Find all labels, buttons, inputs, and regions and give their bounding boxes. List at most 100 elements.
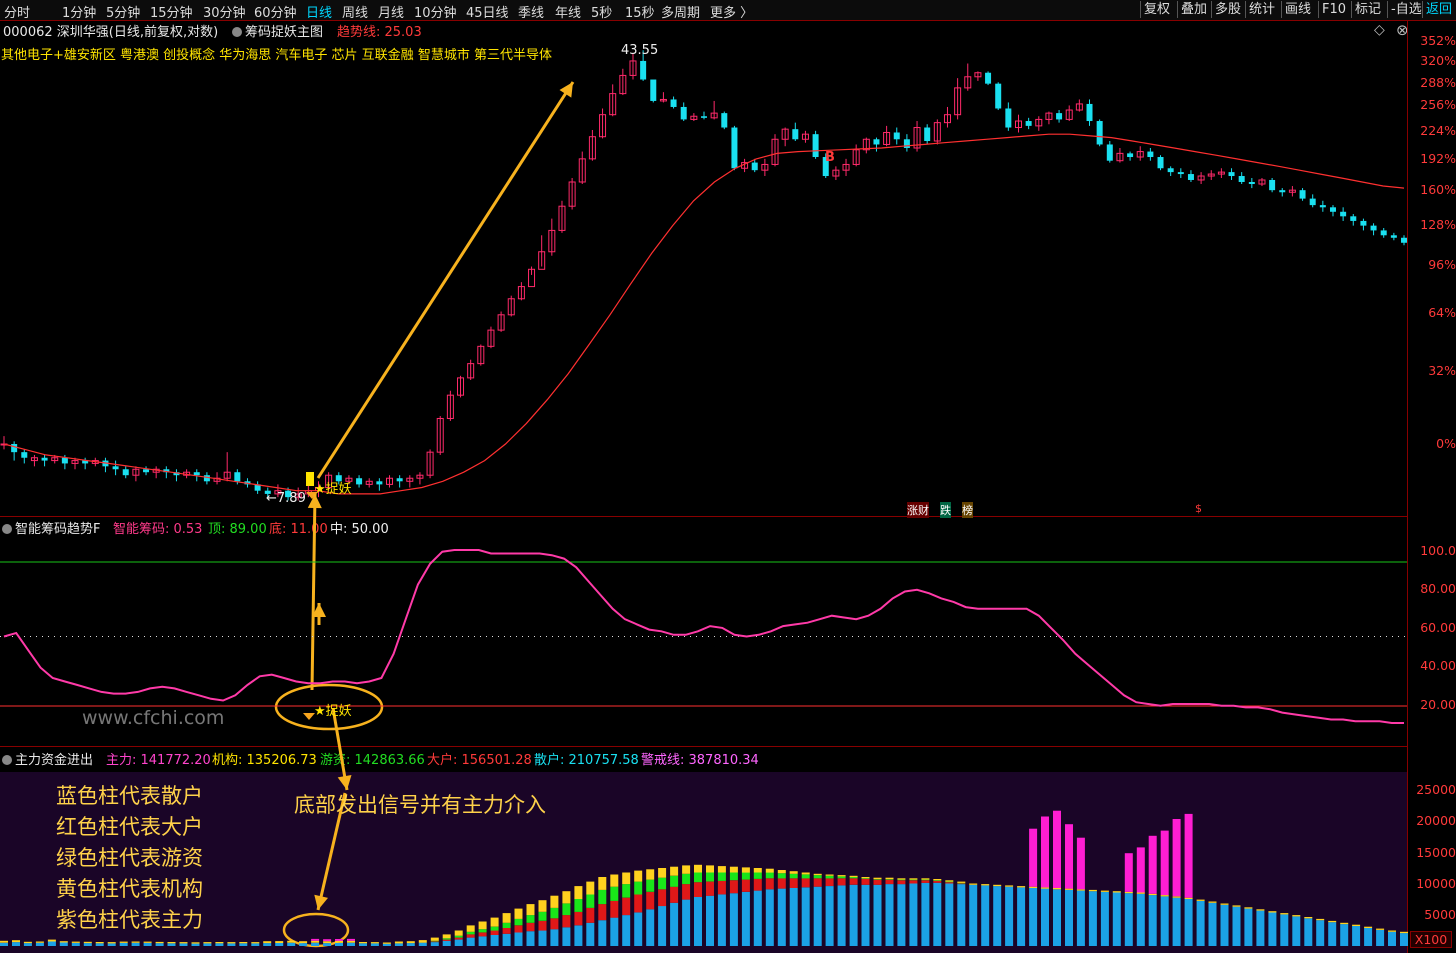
bar-jigou bbox=[658, 868, 667, 878]
bar-jigou bbox=[1244, 907, 1253, 909]
bar-jigou bbox=[1232, 905, 1241, 907]
bar-youzi bbox=[466, 931, 475, 935]
bar-youzi bbox=[897, 879, 906, 881]
bar-youzi bbox=[442, 938, 451, 940]
news-marker[interactable]: $ bbox=[1195, 502, 1202, 515]
bar-sanhu bbox=[0, 942, 8, 946]
bar-sanhu bbox=[442, 940, 451, 946]
bar-sanhu bbox=[215, 943, 224, 946]
bar-youzi bbox=[598, 889, 607, 905]
bar-sanhu bbox=[370, 943, 379, 946]
news-marker[interactable]: 跌 bbox=[940, 502, 951, 518]
bar-sanhu bbox=[47, 941, 56, 946]
bar-youzi bbox=[765, 872, 774, 879]
news-marker[interactable]: 涨财 bbox=[907, 502, 929, 518]
bar-sanhu bbox=[1400, 933, 1408, 946]
y-tick: 5000 bbox=[1424, 907, 1456, 922]
bar-jigou bbox=[0, 940, 8, 943]
bar-youzi bbox=[741, 872, 750, 880]
news-marker[interactable]: 榜 bbox=[962, 502, 973, 518]
bar-sanhu bbox=[287, 942, 296, 946]
bar-jigou bbox=[23, 941, 32, 944]
bar-jigou bbox=[574, 886, 583, 899]
bar-jigou bbox=[1364, 926, 1373, 928]
bar-jigou bbox=[203, 942, 212, 944]
bar-youzi bbox=[753, 872, 762, 879]
unit-badge: X100 bbox=[1410, 931, 1452, 948]
bar-jigou bbox=[1148, 893, 1157, 896]
candle-body bbox=[1147, 151, 1154, 158]
y-tick: 80.00 bbox=[1420, 581, 1456, 596]
bar-youzi bbox=[634, 881, 643, 895]
bar-jigou bbox=[251, 942, 260, 944]
bar-dahu bbox=[682, 884, 691, 900]
candle-body bbox=[1238, 176, 1245, 182]
bar-zhuli bbox=[1136, 847, 1145, 893]
candle-body bbox=[376, 481, 383, 485]
bar-youzi bbox=[849, 877, 858, 879]
bar-jigou bbox=[275, 941, 284, 943]
bar-sanhu bbox=[849, 884, 858, 946]
bar-sanhu bbox=[323, 943, 332, 946]
y-tick: 15000 bbox=[1416, 845, 1456, 860]
bar-sanhu bbox=[1017, 887, 1026, 946]
bar-sanhu bbox=[1292, 916, 1301, 946]
bar-jigou bbox=[119, 941, 128, 943]
bar-zhuli bbox=[1148, 835, 1157, 894]
bar-jigou bbox=[311, 940, 320, 943]
bar-youzi bbox=[430, 940, 439, 942]
bar-dahu bbox=[706, 881, 714, 896]
bar-youzi bbox=[610, 886, 619, 901]
bar-jigou bbox=[861, 877, 870, 879]
bar-jigou bbox=[442, 934, 451, 939]
bar-jigou bbox=[359, 942, 367, 944]
y-tick: 224% bbox=[1420, 123, 1456, 138]
bar-jigou bbox=[837, 875, 846, 877]
bar-jigou bbox=[586, 881, 595, 895]
bar-sanhu bbox=[634, 912, 643, 946]
candle-body bbox=[143, 469, 150, 473]
bar-dahu bbox=[777, 878, 786, 889]
signal-bar bbox=[306, 472, 314, 486]
bar-jigou bbox=[1400, 931, 1408, 934]
bar-jigou bbox=[1124, 891, 1133, 894]
bar-dahu bbox=[837, 878, 846, 886]
bar-sanhu bbox=[765, 889, 774, 946]
bar-sanhu bbox=[191, 943, 200, 946]
candle-body bbox=[893, 132, 900, 140]
bar-youzi bbox=[682, 873, 691, 885]
bar-jigou bbox=[418, 940, 427, 943]
bar-sanhu bbox=[670, 902, 679, 946]
bar-youzi bbox=[574, 899, 583, 912]
bar-youzi bbox=[706, 872, 714, 882]
candle-body bbox=[41, 457, 48, 461]
bar-zhuli bbox=[1184, 813, 1193, 898]
bar-jigou bbox=[430, 937, 439, 941]
bar-youzi bbox=[885, 879, 894, 880]
bar-jigou bbox=[370, 942, 379, 944]
bar-sanhu bbox=[335, 942, 343, 946]
candle-body bbox=[1248, 181, 1255, 185]
bar-sanhu bbox=[837, 885, 846, 946]
bar-sanhu bbox=[694, 897, 702, 946]
bar-sanhu bbox=[466, 937, 475, 946]
bar-sanhu bbox=[1172, 897, 1181, 946]
candle-body bbox=[670, 99, 677, 107]
bar-jigou bbox=[706, 865, 714, 873]
bar-jigou bbox=[729, 866, 738, 873]
bar-jigou bbox=[1256, 909, 1265, 911]
candle-body bbox=[640, 60, 647, 80]
bar-sanhu bbox=[1244, 908, 1253, 946]
bar-sanhu bbox=[119, 942, 128, 946]
candle-body bbox=[1319, 205, 1326, 208]
bar-jigou bbox=[1220, 903, 1229, 905]
candle-body bbox=[1157, 157, 1164, 169]
bar-sanhu bbox=[1232, 906, 1241, 946]
bar-sanhu bbox=[430, 942, 439, 946]
candle-body bbox=[1096, 121, 1103, 145]
bar-youzi bbox=[933, 880, 942, 881]
bar-jigou bbox=[1292, 915, 1301, 917]
bar-youzi bbox=[909, 879, 918, 881]
bar-dahu bbox=[598, 904, 607, 921]
bar-sanhu bbox=[155, 943, 164, 946]
